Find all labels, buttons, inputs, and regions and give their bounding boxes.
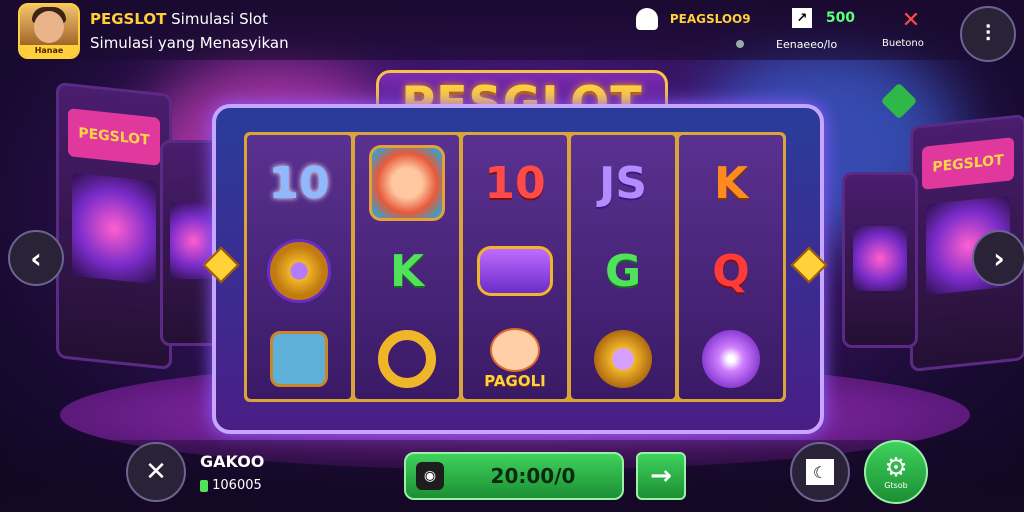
balance-value: 500	[825, 10, 856, 26]
symbol-text: 10	[484, 157, 546, 209]
credits-value: 106005	[212, 478, 262, 493]
dog-face-icon	[369, 145, 445, 221]
cat-icon	[490, 328, 540, 372]
symbol-cell: 10	[247, 139, 351, 227]
symbol-text: 10	[268, 157, 330, 209]
gear-icon: ⚙	[884, 452, 908, 483]
gold-pot-icon	[594, 330, 652, 388]
bonus-caption: Buetono	[882, 38, 924, 49]
play-button[interactable]: →	[636, 452, 686, 500]
symbol-cell: JS	[571, 139, 675, 227]
symbol-cell: K	[679, 139, 783, 227]
arcade-cabinet-left: PEGSLOT	[56, 81, 172, 371]
prev-button[interactable]: ‹	[8, 230, 64, 286]
symbol-text: PAGOLI	[484, 372, 546, 390]
symbol-cell: Q	[679, 227, 783, 315]
crossed-tools-icon: ✕	[145, 457, 167, 487]
symbol-text: K	[389, 245, 425, 297]
symbol-cell	[679, 315, 783, 403]
subtitle: Simulasi yang Menasyikan	[90, 34, 289, 52]
chevron-right-icon: ›	[993, 241, 1005, 275]
symbol-text: G	[604, 245, 642, 297]
reels: 10 K 10 PAGOLI JS G K Q	[244, 132, 786, 402]
symbol-text: Q	[712, 245, 750, 297]
avatar-tag: Hanae	[20, 45, 78, 57]
swirl-coin-icon	[267, 239, 331, 303]
menu-icon: ⫶	[985, 21, 991, 47]
avatar[interactable]: Hanae	[18, 3, 80, 59]
player-name: PEAGSLOO9	[669, 12, 751, 26]
tools-button[interactable]: ✕	[126, 442, 186, 502]
spin-button[interactable]: ◉ 20:00/0	[404, 452, 624, 500]
symbol-cell	[247, 227, 351, 315]
brand-name: PEGSLOT	[90, 10, 167, 28]
status-dot-icon	[736, 40, 744, 48]
chevron-left-icon: ‹	[30, 241, 42, 275]
reel-2: K	[355, 135, 459, 399]
credits: 106005	[200, 478, 262, 493]
settings-caption: Gtsob	[884, 480, 908, 490]
coin-icon	[200, 479, 208, 492]
symbol-cell	[355, 315, 459, 403]
symbol-cell: G	[571, 227, 675, 315]
moon-icon: ☾	[806, 459, 834, 485]
menu-button[interactable]: ⫶	[960, 6, 1016, 62]
symbol-cell	[571, 315, 675, 403]
robot-icon	[270, 331, 328, 387]
gold-ring-icon	[378, 330, 436, 388]
symbol-text: K	[713, 157, 749, 209]
next-button[interactable]: ›	[972, 230, 1024, 286]
symbol-cell: K	[355, 227, 459, 315]
arrow-right-icon: →	[650, 461, 672, 491]
reel-1: 10	[247, 135, 351, 399]
crossed-tools-icon: ✕	[901, 8, 921, 33]
moon-button[interactable]: ☾	[790, 442, 850, 502]
player-info[interactable]: PEAGSLOO9	[636, 8, 751, 48]
symbol-cell	[355, 139, 459, 227]
brand: PEGSLOT Simulasi Slot	[90, 10, 268, 28]
top-bar: Hanae PEGSLOT Simulasi Slot Simulasi yan…	[0, 0, 1024, 62]
symbol-text: JS	[598, 157, 648, 209]
purple-gem-icon	[702, 330, 760, 388]
balance-caption: Eenaeeo/lo	[776, 38, 838, 51]
balance[interactable]: ↗ 500	[792, 8, 855, 28]
reel-4: JS G	[571, 135, 675, 399]
camera-icon: ◉	[416, 462, 444, 490]
spin-value: 20:00/0	[490, 464, 576, 488]
reel-5: K Q	[679, 135, 783, 399]
symbol-cell: 10	[463, 139, 567, 227]
symbol-cell	[247, 315, 351, 403]
arcade-cabinet-right-2	[842, 172, 918, 348]
card-icon: ↗	[792, 8, 812, 28]
brand-suffix: Simulasi Slot	[171, 10, 268, 28]
reel-3: 10 PAGOLI	[463, 135, 567, 399]
symbol-cell: PAGOLI	[463, 315, 567, 403]
settings-button[interactable]: ⚙ Gtsob	[864, 440, 928, 504]
bonus[interactable]: ✕	[884, 8, 938, 33]
purple-coin-icon	[477, 246, 553, 296]
footer-label: GAKOO	[200, 452, 265, 471]
ghost-icon	[636, 8, 658, 30]
symbol-cell	[463, 227, 567, 315]
